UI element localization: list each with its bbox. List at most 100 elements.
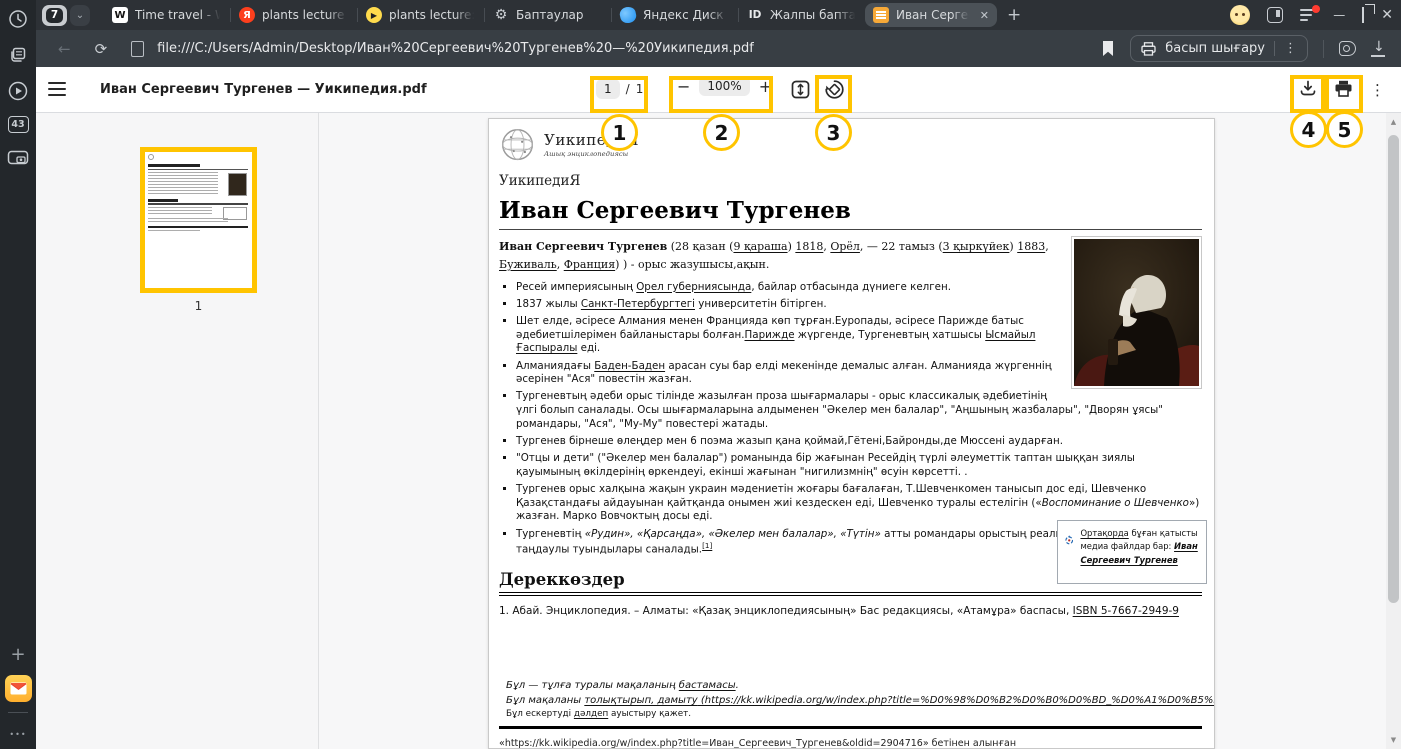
tab-title: plants lecture — Я <box>262 8 349 22</box>
pill-divider <box>1274 41 1275 56</box>
id-favicon: ID <box>747 7 763 23</box>
new-tab-button[interactable]: + <box>1007 5 1021 25</box>
pdf-more-icon[interactable]: ⋮ <box>1370 81 1385 99</box>
tab-title: Баптаулар <box>516 8 603 22</box>
tab-plants-lecture-search[interactable]: Я plants lecture — Я <box>231 1 357 29</box>
tab-counter[interactable]: 7 <box>42 5 67 26</box>
reference-line: 1. Абай. Энциклопедия. – Алматы: «Қазақ … <box>499 605 1202 617</box>
bullet-item: Тургенев орыс халқына жақын украин мәден… <box>516 483 1202 524</box>
retrieved-from-line: «https://kk.wikipedia.org/w/index.php?ti… <box>499 738 1202 749</box>
video-favicon: ▶ <box>366 7 382 23</box>
stub-line-2: Бұл мақаланы толықтырып, дамыту (https:/… <box>506 694 1215 709</box>
site-name-line: УикипедиЯ <box>499 173 1202 189</box>
sidebar-divider <box>8 712 28 713</box>
screenshot-icon[interactable] <box>7 147 29 169</box>
pdf-download-icon[interactable] <box>1299 79 1317 101</box>
zoom-level[interactable]: 100% <box>699 76 749 96</box>
tab-title: Жалпы баптаулар <box>770 8 857 22</box>
tab-bar: 7 ⌄ W Time travel - Wikip Я plants lectu… <box>36 0 1401 30</box>
pdf-print-icon[interactable] <box>1334 80 1353 101</box>
print-options-icon[interactable]: ⋮ <box>1284 41 1297 56</box>
zoom-out-button[interactable]: − <box>677 77 690 95</box>
article-title: Иван Сергеевич Тургенев <box>499 197 1202 230</box>
profile-avatar[interactable] <box>1230 5 1250 25</box>
tab-title: Иван Сергееви <box>896 8 971 22</box>
tab-settings[interactable]: ⚙ Баптаулар <box>485 1 611 29</box>
sidebar-more-icon[interactable]: ••• <box>7 723 29 745</box>
tab-yandex-disk[interactable]: Яндекс Диск <box>612 1 738 29</box>
restore-button[interactable] <box>1362 8 1364 22</box>
bullet-item: "Отцы и дети" ("Әкелер мен балалар") ром… <box>516 452 1202 479</box>
scrollbar-thumb[interactable] <box>1388 135 1399 603</box>
back-icon[interactable]: ← <box>58 40 71 58</box>
gear-favicon: ⚙ <box>493 7 509 23</box>
address-bar: ← ⟳ file:///C:/Users/Admin/Desktop/Иван%… <box>36 30 1401 67</box>
stub-line-1: Бұл — тұлға туралы мақаланың бастамасы. <box>506 679 1215 694</box>
tab-list-chevron-icon[interactable]: ⌄ <box>70 5 90 26</box>
tab-title: Яндекс Диск <box>643 8 730 22</box>
wikipedia-favicon: W <box>112 7 128 23</box>
page-total: 1 <box>636 82 644 96</box>
bookmark-icon[interactable] <box>1101 40 1115 57</box>
wikipedia-header: УикипедиЯ Ашық энциклопедиясы <box>499 127 1202 164</box>
thumbnail-page-label: 1 <box>140 299 257 313</box>
bullet-item: Тургеневтың әдеби орыс тілінде жазылған … <box>516 390 1202 431</box>
turgenev-portrait-image <box>1071 236 1202 389</box>
browser-menu-icon[interactable] <box>1300 9 1316 21</box>
print-page-button[interactable]: басып шығару ⋮ <box>1130 35 1308 62</box>
tabs-stack-icon[interactable] <box>7 44 29 66</box>
footer-rule <box>499 726 1202 729</box>
side-panel-icon[interactable] <box>1267 7 1283 23</box>
tab-plants-lecture-video[interactable]: ▶ plants lecture: 2 ть <box>358 1 484 29</box>
pdf-page: УикипедиЯ Ашық энциклопедиясы УикипедиЯ … <box>488 118 1215 749</box>
history-clock-icon[interactable] <box>7 8 29 30</box>
commons-logo <box>1065 527 1073 553</box>
rotate-page-icon[interactable] <box>824 79 845 104</box>
pdf-menu-icon[interactable] <box>48 82 66 96</box>
thumbnail-preview <box>145 152 252 288</box>
printer-icon <box>1141 42 1156 56</box>
close-button[interactable]: ✕ <box>1381 7 1393 23</box>
tab-title: Time travel - Wikip <box>135 8 222 22</box>
tab-general-settings[interactable]: ID Жалпы баптаулар <box>739 1 865 29</box>
page-divider: / <box>626 82 630 96</box>
commons-box: Ортақорда бұған қатысты медиа файлдар ба… <box>1057 520 1207 584</box>
tab-turgenev-pdf-active[interactable]: Иван Сергееви ✕ <box>865 3 997 27</box>
browser-window: 43 + ••• 7 ⌄ W Time travel - Wikip Я pla… <box>0 0 1401 749</box>
tab-time-travel[interactable]: W Time travel - Wikip <box>104 1 230 29</box>
pdf-toolbar: Иван Сергеевич Тургенев — Уикипедия.pdf … <box>36 67 1401 113</box>
pdf-favicon <box>873 7 889 23</box>
commons-text: Ортақорда бұған қатысты медиа файлдар ба… <box>1080 527 1199 577</box>
browser-sidebar: 43 + ••• <box>0 0 36 749</box>
wiki-logo-subtitle: Ашық энциклопедиясы <box>544 150 639 158</box>
file-icon <box>131 41 144 57</box>
scroll-down-icon[interactable]: ▼ <box>1386 736 1401 744</box>
pdf-document-title: Иван Сергеевич Тургенев — Уикипедия.pdf <box>100 82 427 97</box>
toolbar-separator <box>1323 40 1324 58</box>
vertical-scrollbar[interactable]: ▲ ▼ <box>1386 113 1401 749</box>
zoom-controls: − 100% + <box>677 76 772 96</box>
print-page-label: басып шығару <box>1165 41 1265 56</box>
yandex-mail-icon[interactable] <box>5 675 32 702</box>
thumbnail-panel: 1 <box>36 113 319 749</box>
video-play-icon[interactable] <box>7 80 29 102</box>
tab-title: plants lecture: 2 ть <box>389 8 476 22</box>
downloads-icon[interactable] <box>1371 41 1385 57</box>
stub-notice: Бұл — тұлға туралы мақаланың бастамасы. … <box>499 679 1202 719</box>
wiki-logo-title: УикипедиЯ <box>544 131 639 149</box>
reload-icon[interactable]: ⟳ <box>95 40 108 58</box>
wikipedia-globe-logo <box>499 127 536 164</box>
tab-close-icon[interactable]: ✕ <box>980 9 989 22</box>
scroll-up-icon[interactable]: ▲ <box>1386 118 1401 126</box>
tab-count-badge[interactable]: 43 <box>8 116 29 133</box>
fit-to-page-icon[interactable] <box>791 80 810 103</box>
zoom-in-button[interactable]: + <box>759 77 772 95</box>
extensions-icon[interactable] <box>1339 41 1356 56</box>
minimize-button[interactable]: — <box>1333 8 1345 22</box>
sidebar-add-icon[interactable]: + <box>7 643 29 665</box>
stub-line-3: Бұл ескертуді дәлдеп ауыстыру қажет. <box>506 709 1215 719</box>
page-number-input[interactable]: 1 <box>596 79 620 99</box>
page-thumbnail[interactable] <box>140 147 257 293</box>
page-counter: 1 / 1 <box>596 79 643 99</box>
url-text[interactable]: file:///C:/Users/Admin/Desktop/Иван%20Се… <box>157 41 754 56</box>
